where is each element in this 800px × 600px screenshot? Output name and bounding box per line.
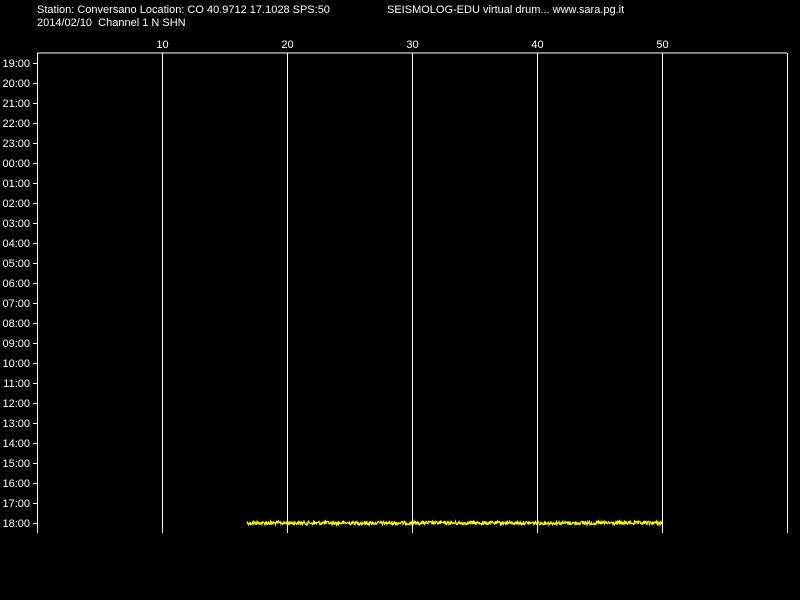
- y-tick-label: 06:00: [2, 278, 30, 290]
- y-tick-label: 20:00: [2, 78, 30, 90]
- y-tick-label: 02:00: [2, 198, 30, 210]
- x-tick-label: 40: [531, 39, 543, 51]
- y-tick-label: 17:00: [2, 498, 30, 510]
- y-tick-label: 22:00: [2, 118, 30, 130]
- y-tick-label: 18:00: [2, 518, 30, 530]
- x-tick-label: 50: [656, 39, 668, 51]
- y-tick-label: 10:00: [2, 358, 30, 370]
- y-tick-label: 21:00: [2, 98, 30, 110]
- y-tick-label: 07:00: [2, 298, 30, 310]
- y-tick-label: 03:00: [2, 218, 30, 230]
- y-tick-label: 15:00: [2, 458, 30, 470]
- y-tick-label: 16:00: [2, 478, 30, 490]
- y-tick-label: 01:00: [2, 178, 30, 190]
- x-tick-label: 10: [156, 39, 168, 51]
- y-tick-label: 12:00: [2, 398, 30, 410]
- y-tick-label: 08:00: [2, 318, 30, 330]
- x-tick-label: 30: [406, 39, 418, 51]
- y-tick-label: 19:00: [2, 58, 30, 70]
- y-tick-label: 13:00: [2, 418, 30, 430]
- y-tick-label: 05:00: [2, 258, 30, 270]
- y-tick-label: 11:00: [3, 378, 30, 390]
- seismogram-drum-chart: 10 20 30 40 50 19:00 20:00 21:00 22:00 23:00 00:00…: [2, 39, 788, 533]
- x-tick-label: 20: [281, 39, 293, 51]
- y-tick-label: 14:00: [2, 438, 30, 450]
- y-tick-label: 23:00: [2, 138, 30, 150]
- y-tick-label: 04:00: [2, 238, 30, 250]
- y-tick-label: 00:00: [2, 158, 30, 170]
- y-tick-label: 09:00: [2, 338, 30, 350]
- seismic-trace: [246, 518, 663, 528]
